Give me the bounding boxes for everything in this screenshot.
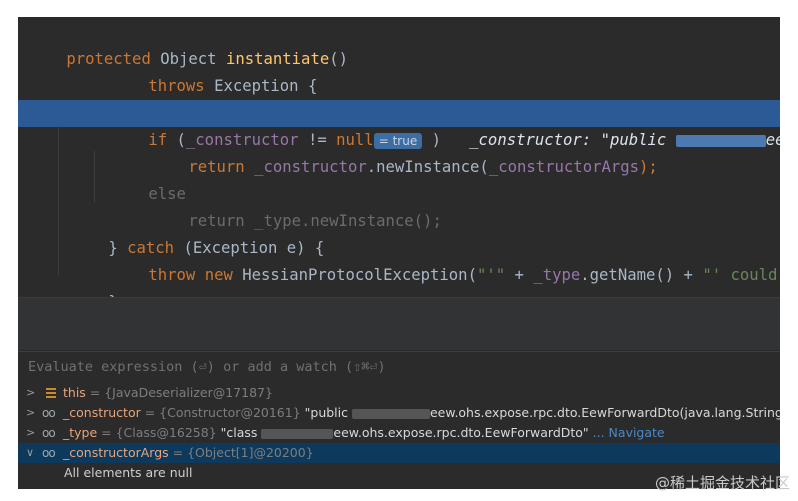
- variable-text: this = {JavaDeserializer@17187}: [63, 383, 273, 403]
- debugger-window: protected Object instantiate() throws Ex…: [18, 17, 780, 489]
- variable-type: {Constructor@20161}: [159, 405, 301, 420]
- empty-children-message: All elements are null: [64, 465, 193, 480]
- redacted-block: [675, 134, 766, 147]
- code-line-9[interactable]: throw new HessianProtocolException("'" +…: [92, 235, 780, 284]
- code-line-4-current[interactable]: if (_constructor != null = true ) _constr…: [18, 100, 780, 149]
- glasses-icon: oo: [42, 426, 56, 440]
- variable-name: this: [63, 385, 86, 400]
- code-line-5[interactable]: return _constructor.newInstance(_constru…: [132, 127, 657, 176]
- chevron-right-icon[interactable]: >: [26, 383, 38, 403]
- keyword: throw: [148, 266, 196, 284]
- glasses-icon: oo: [42, 446, 56, 460]
- variable-name: _constructor: [63, 405, 141, 420]
- chevron-down-icon[interactable]: ∨: [26, 443, 38, 463]
- variable-eq: =: [97, 425, 116, 440]
- keyword: throws: [148, 77, 205, 95]
- field-icon: [46, 388, 56, 398]
- variable-value: eew.ohs.expose.rpc.dto.EewForwardDto": [333, 425, 589, 440]
- panel-splitter[interactable]: [18, 297, 780, 350]
- evaluate-placeholder: Evaluate expression (⏎) or add a watch (…: [28, 359, 386, 375]
- variable-value: "class: [216, 425, 262, 440]
- field-ref: _constructorArgs: [488, 158, 640, 176]
- chevron-right-icon[interactable]: >: [26, 403, 38, 423]
- variable-row-constructor[interactable]: > oo _constructor = {Constructor@20161} …: [18, 403, 780, 423]
- code-text: +: [505, 266, 534, 284]
- variable-row-this[interactable]: > this = {JavaDeserializer@17187}: [18, 383, 780, 403]
- variable-name: _type: [63, 425, 98, 440]
- evaluate-expression-field[interactable]: Evaluate expression (⏎) or add a watch (…: [18, 351, 780, 382]
- variable-name: _constructorArgs: [63, 445, 169, 460]
- glasses-icon: oo: [42, 406, 56, 420]
- variable-eq: =: [140, 405, 160, 420]
- variable-row-constructor-args[interactable]: ∨ oo _constructorArgs = {Object[1]@20200…: [18, 443, 780, 463]
- code-line-2[interactable]: throws Exception {: [92, 46, 317, 95]
- code-line-6[interactable]: else: [92, 154, 186, 203]
- variable-value: "public: [300, 405, 352, 420]
- code-text: .newInstance(: [366, 158, 489, 176]
- code-text: Exception {: [204, 77, 318, 95]
- code-line-10[interactable]: }: [52, 262, 117, 297]
- chevron-right-icon[interactable]: >: [26, 423, 38, 443]
- keyword: return: [188, 158, 245, 176]
- code-line-8[interactable]: } catch (Exception e) {: [52, 208, 324, 257]
- code-line-1[interactable]: protected Object instantiate(): [18, 19, 348, 68]
- string-literal: "'": [476, 266, 506, 284]
- inline-debug-hint: eew.: [765, 131, 780, 149]
- string-literal: "' could n: [702, 266, 778, 284]
- watermark-text: @稀土掘金技术社区: [654, 474, 790, 492]
- code-text: .getName() +: [580, 266, 703, 284]
- variable-text: _type = {Class@16258} "class eew.ohs.exp…: [63, 423, 665, 443]
- code-line-7[interactable]: return _type.newInstance();: [132, 181, 441, 230]
- redacted-block: [261, 428, 334, 439]
- variable-type: {JavaDeserializer@17187}: [104, 385, 273, 400]
- code-text: HessianProtocolException(: [232, 266, 477, 284]
- keyword: new: [204, 266, 233, 284]
- code-editor: protected Object instantiate() throws Ex…: [18, 17, 780, 297]
- code-line-3[interactable]: try {: [52, 73, 155, 122]
- variable-type: {Class@16258}: [115, 425, 217, 440]
- navigate-link[interactable]: ... Navigate: [589, 425, 665, 440]
- redacted-block: [351, 408, 430, 419]
- variable-eq: =: [168, 445, 188, 460]
- field-ref: _type: [533, 266, 581, 284]
- variable-row-type[interactable]: > oo _type = {Class@16258} "class eew.oh…: [18, 423, 780, 443]
- code-text: );: [639, 158, 658, 176]
- variable-value: eew.ohs.expose.rpc.dto.EewForwardDto(jav…: [429, 405, 780, 420]
- variable-eq: =: [85, 385, 105, 400]
- field-ref: _constructor: [254, 158, 367, 176]
- variable-text: _constructor = {Constructor@20161} "publ…: [63, 403, 780, 423]
- code-text: (): [329, 50, 349, 68]
- variable-type: {Object[1]@20200}: [187, 445, 314, 460]
- variable-text: _constructorArgs = {Object[1]@20200}: [63, 443, 314, 463]
